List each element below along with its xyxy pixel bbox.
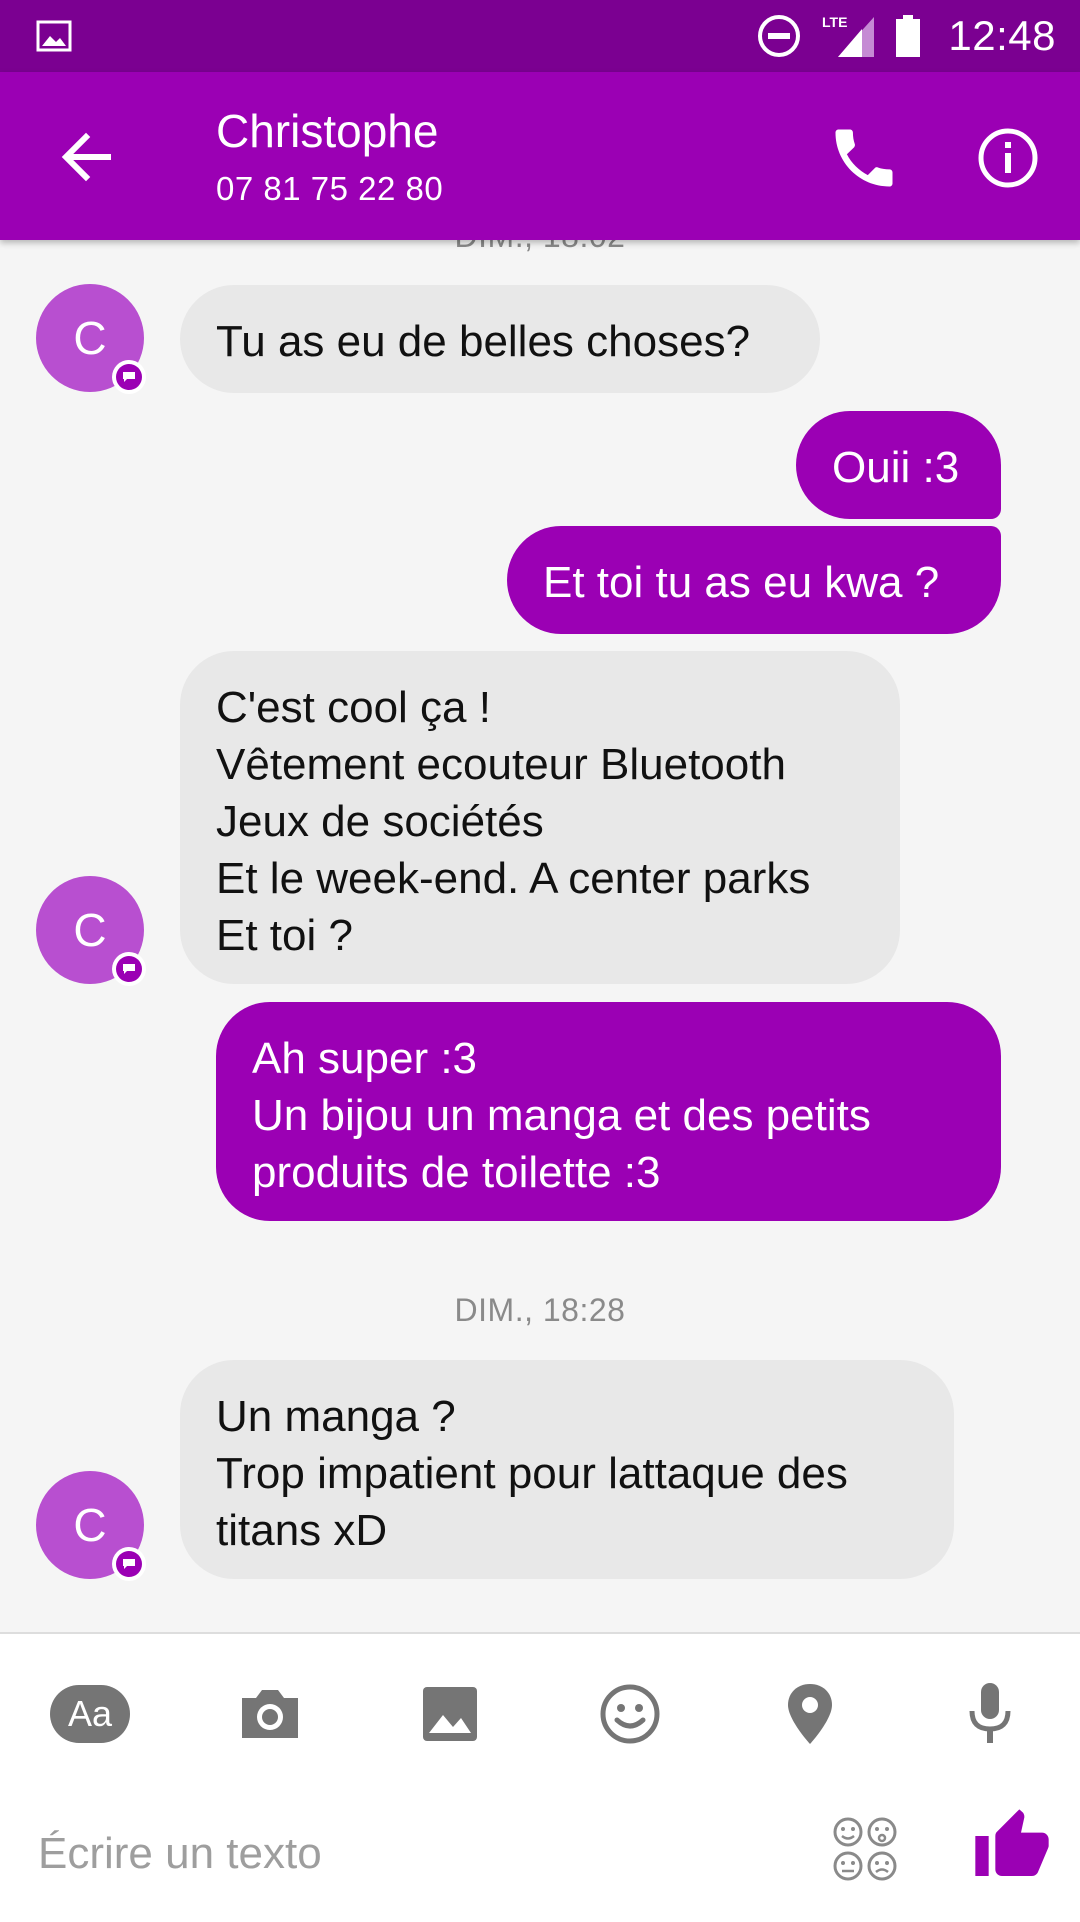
network-type-label: LTE xyxy=(822,14,847,30)
call-button[interactable] xyxy=(826,120,902,196)
avatar[interactable]: C xyxy=(36,1471,146,1581)
battery-icon xyxy=(894,13,922,59)
message-bubble-outgoing[interactable]: Et toi tu as eu kwa ? xyxy=(507,526,1001,634)
message-bubble-incoming[interactable]: Tu as eu de belles choses? xyxy=(180,285,820,393)
message-bubble-incoming[interactable]: C'est cool ça ! Vêtement ecouteur Blueto… xyxy=(180,651,900,984)
text-format-icon: Aa xyxy=(50,1685,130,1743)
message-bubble-outgoing[interactable]: Ah super :3 Un bijou un manga et des pet… xyxy=(216,1002,1001,1221)
voice-button[interactable] xyxy=(950,1674,1030,1754)
message-input[interactable] xyxy=(36,1818,780,1890)
status-icons: LTE 12:48 xyxy=(738,0,1056,72)
messenger-badge-icon xyxy=(112,360,146,394)
emoji-icon xyxy=(600,1684,660,1744)
conversation-header: Christophe 07 81 75 22 80 xyxy=(0,72,1080,240)
gallery-button[interactable] xyxy=(410,1674,490,1754)
camera-button[interactable] xyxy=(230,1674,310,1754)
thumbs-up-icon xyxy=(975,1809,1049,1876)
sticker-grid-icon xyxy=(833,1817,897,1881)
location-button[interactable] xyxy=(770,1674,850,1754)
avatar[interactable]: C xyxy=(36,876,146,986)
emoji-button[interactable] xyxy=(590,1674,670,1754)
messenger-badge-icon xyxy=(112,952,146,986)
back-button[interactable] xyxy=(52,122,122,192)
image-notification-icon xyxy=(36,20,72,52)
status-bar: LTE 12:48 xyxy=(0,0,1080,72)
message-bubble-outgoing[interactable]: Ouii :3 xyxy=(796,411,1001,519)
phone-icon xyxy=(835,129,893,187)
info-icon xyxy=(978,128,1038,188)
avatar[interactable]: C xyxy=(36,284,146,394)
contact-name: Christophe xyxy=(216,105,439,157)
timestamp-partial: DIM., 18:02 xyxy=(0,240,1080,255)
gallery-icon xyxy=(423,1687,477,1741)
message-bubble-incoming[interactable]: Un manga ? Trop impatient pour lattaque … xyxy=(180,1360,954,1579)
timestamp: DIM., 18:28 xyxy=(454,1292,626,1328)
avatar-letter: C xyxy=(73,312,107,364)
messenger-badge-icon xyxy=(112,1547,146,1581)
message-list[interactable]: DIM., 18:02 C Tu as eu de belles choses?… xyxy=(0,240,1080,1632)
lte-signal-icon: LTE xyxy=(820,13,876,59)
sticker-button[interactable] xyxy=(830,1814,900,1884)
avatar-letter: C xyxy=(73,904,107,956)
arrow-back-icon xyxy=(61,132,111,182)
composer: Aa xyxy=(0,1632,1080,1922)
location-pin-icon xyxy=(788,1684,832,1744)
contact-number: 07 81 75 22 80 xyxy=(216,170,444,207)
thumbs-up-button[interactable] xyxy=(972,1806,1052,1886)
do-not-disturb-icon xyxy=(756,13,802,59)
camera-icon xyxy=(242,1690,298,1738)
microphone-icon xyxy=(969,1683,1011,1743)
avatar-letter: C xyxy=(73,1499,107,1551)
clock: 12:48 xyxy=(948,12,1056,59)
text-format-button[interactable]: Aa xyxy=(50,1674,130,1754)
info-button[interactable] xyxy=(968,118,1048,198)
